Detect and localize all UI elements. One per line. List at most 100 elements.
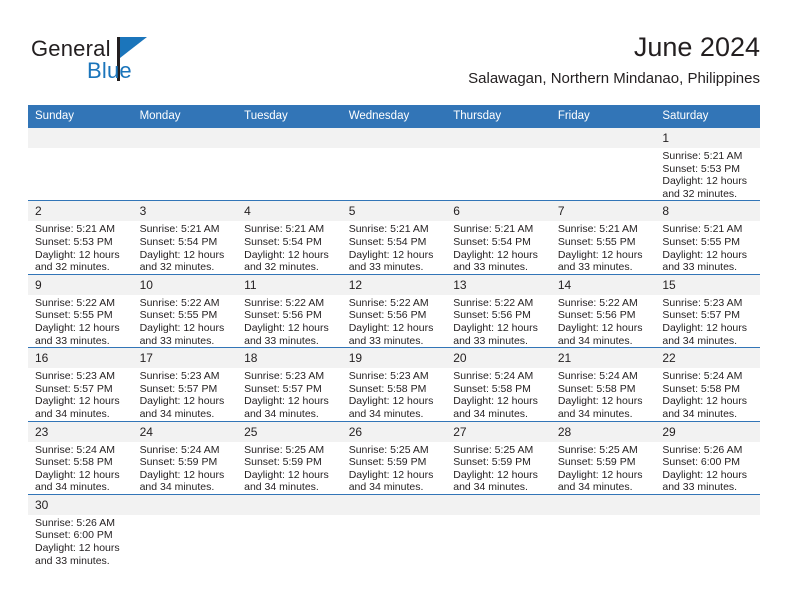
sunrise-text: Sunrise: 5:23 AM <box>35 370 115 383</box>
sunset-text: Sunset: 5:59 PM <box>244 456 322 469</box>
sunrise-text: Sunrise: 5:22 AM <box>35 296 115 309</box>
calendar-week-row: 2 Sunrise: 5:21 AM Sunset: 5:53 PM Daylight… <box>28 200 760 275</box>
daylight-text: Daylight: 12 hours and 34 minutes. <box>348 468 434 494</box>
sunrise-text: Sunrise: 5:24 AM <box>139 443 220 456</box>
calendar-day-cell[interactable]: 15 Sunrise: 5:23 AM Sunset: 5:57 PM Dayligh… <box>655 273 760 348</box>
calendar-day-cell[interactable]: 26 Sunrise: 5:25 AM Sunset: 5:59 PM Dayligh… <box>341 420 447 495</box>
sunset-text: Sunset: 5:59 PM <box>453 456 531 469</box>
sunrise-text: Sunrise: 5:26 AM <box>662 443 743 456</box>
daylight-text: Daylight: 12 hours and 34 minutes. <box>244 468 329 494</box>
sunrise-text: Sunrise: 5:25 AM <box>348 443 429 456</box>
sun-info: Sunrise: 5:21 AM Sunset: 5:54 PM Daylight:… <box>342 221 447 273</box>
day-number <box>550 128 656 148</box>
calendar-week-row: 30 Sunrise: 5:26 AM Sunset: 6:00 PM Dayligh… <box>28 493 760 568</box>
sun-info: Sunrise: 5:23 AM Sunset: 5:57 PM Daylight:… <box>655 295 760 347</box>
calendar-day-cell[interactable]: 16 Sunrise: 5:23 AM Sunset: 5:57 PM Dayligh… <box>28 347 133 421</box>
calendar-day-cell[interactable]: 19 Sunrise: 5:23 AM Sunset: 5:58 PM Dayligh… <box>341 347 447 421</box>
daylight-text: Daylight: 12 hours and 34 minutes. <box>662 395 748 420</box>
daylight-text: Daylight: 12 hours and 33 minutes. <box>662 468 748 494</box>
calendar-day-cell[interactable]: 27 Sunrise: 5:25 AM Sunset: 5:59 PM Dayligh… <box>446 420 551 495</box>
day-number: 27 <box>446 421 551 442</box>
calendar-day-cell[interactable]: 6 Sunrise: 5:21 AM Sunset: 5:54 PM Daylight… <box>446 200 551 275</box>
daylight-text: Daylight: 12 hours and 34 minutes. <box>557 468 643 494</box>
sunset-text: Sunset: 5:59 PM <box>557 456 636 469</box>
calendar-day-cell[interactable]: 22 Sunrise: 5:24 AM Sunset: 5:58 PM Dayligh… <box>655 347 760 421</box>
day-number <box>446 128 551 148</box>
sunrise-text: Sunrise: 5:23 AM <box>348 370 429 383</box>
day-number: 24 <box>132 421 238 442</box>
calendar-day-cell[interactable]: 29 Sunrise: 5:26 AM Sunset: 6:00 PM Dayligh… <box>655 420 760 495</box>
day-number: 22 <box>655 348 760 369</box>
calendar-day-cell[interactable]: 20 Sunrise: 5:24 AM Sunset: 5:58 PM Dayligh… <box>446 347 551 421</box>
daylight-text: Daylight: 12 hours and 33 minutes. <box>139 321 225 347</box>
weekday-header-wednesday: Wednesday <box>341 105 447 128</box>
daylight-text: Daylight: 12 hours and 34 minutes. <box>139 468 225 494</box>
calendar-day-cell[interactable]: 2 Sunrise: 5:21 AM Sunset: 5:53 PM Daylight… <box>28 200 133 275</box>
sun-info: Sunrise: 5:26 AM Sunset: 6:00 PM Daylight:… <box>28 515 133 567</box>
sunrise-text: Sunrise: 5:21 AM <box>662 223 743 236</box>
sunset-text: Sunset: 5:54 PM <box>139 235 218 248</box>
sun-info: Sunrise: 5:24 AM Sunset: 5:58 PM Daylight:… <box>551 368 656 420</box>
calendar-day-cell-empty <box>341 126 447 201</box>
daylight-text: Daylight: 12 hours and 34 minutes. <box>453 468 538 494</box>
daylight-text: Daylight: 12 hours and 33 minutes. <box>35 542 120 567</box>
sunrise-text: Sunrise: 5:21 AM <box>139 223 220 236</box>
day-number: 14 <box>550 274 656 295</box>
day-number: 30 <box>28 494 133 515</box>
sunset-text: Sunset: 5:55 PM <box>139 309 218 322</box>
sun-info: Sunrise: 5:24 AM Sunset: 5:58 PM Daylight:… <box>655 368 760 420</box>
calendar-day-cell[interactable]: 18 Sunrise: 5:23 AM Sunset: 5:57 PM Dayligh… <box>237 347 342 421</box>
calendar-day-cell[interactable]: 4 Sunrise: 5:21 AM Sunset: 5:54 PM Daylight… <box>237 200 342 275</box>
sun-info: Sunrise: 5:22 AM Sunset: 5:56 PM Daylight:… <box>237 295 342 347</box>
calendar-day-cell[interactable]: 10 Sunrise: 5:22 AM Sunset: 5:55 PM Dayligh… <box>132 273 238 348</box>
daylight-text: Daylight: 12 hours and 32 minutes. <box>244 248 329 274</box>
sunset-text: Sunset: 5:57 PM <box>35 382 113 395</box>
calendar-day-cell[interactable]: 12 Sunrise: 5:22 AM Sunset: 5:56 PM Dayligh… <box>341 273 447 348</box>
sunrise-text: Sunrise: 5:24 AM <box>35 443 115 456</box>
sunrise-text: Sunrise: 5:21 AM <box>35 223 115 236</box>
sunset-text: Sunset: 6:00 PM <box>662 456 741 469</box>
sunrise-text: Sunrise: 5:22 AM <box>453 296 534 309</box>
calendar-table: Sunday Monday Tuesday Wednesday Thursday Frid… <box>28 105 760 568</box>
sun-info: Sunrise: 5:23 AM Sunset: 5:57 PM Daylight:… <box>133 368 238 420</box>
calendar-day-cell-empty <box>132 493 238 568</box>
calendar-day-cell[interactable]: 9 Sunrise: 5:22 AM Sunset: 5:55 PM Daylight… <box>28 273 133 348</box>
calendar-day-cell[interactable]: 25 Sunrise: 5:25 AM Sunset: 5:59 PM Dayligh… <box>237 420 342 495</box>
calendar-container: Sunday Monday Tuesday Wednesday Thursday Frid… <box>28 105 760 568</box>
sun-info: Sunrise: 5:23 AM Sunset: 5:58 PM Daylight:… <box>342 368 447 420</box>
sun-info: Sunrise: 5:25 AM Sunset: 5:59 PM Daylight:… <box>446 442 551 494</box>
sunset-text: Sunset: 5:58 PM <box>557 382 636 395</box>
calendar-day-cell[interactable]: 30 Sunrise: 5:26 AM Sunset: 6:00 PM Dayligh… <box>28 493 133 568</box>
calendar-day-cell[interactable]: 24 Sunrise: 5:24 AM Sunset: 5:59 PM Dayligh… <box>132 420 238 495</box>
sunset-text: Sunset: 6:00 PM <box>35 529 113 542</box>
calendar-day-cell[interactable]: 13 Sunrise: 5:22 AM Sunset: 5:56 PM Dayligh… <box>446 273 551 348</box>
calendar-day-cell[interactable]: 17 Sunrise: 5:23 AM Sunset: 5:57 PM Dayligh… <box>132 347 238 421</box>
sunset-text: Sunset: 5:55 PM <box>557 235 636 248</box>
sunset-text: Sunset: 5:58 PM <box>662 382 741 395</box>
calendar-day-cell[interactable]: 5 Sunrise: 5:21 AM Sunset: 5:54 PM Daylight… <box>341 200 447 275</box>
calendar-day-cell[interactable]: 14 Sunrise: 5:22 AM Sunset: 5:56 PM Dayligh… <box>550 273 656 348</box>
general-blue-logo[interactable]: General Blue <box>31 36 211 88</box>
sunrise-text: Sunrise: 5:21 AM <box>244 223 325 236</box>
calendar-day-cell[interactable]: 28 Sunrise: 5:25 AM Sunset: 5:59 PM Dayligh… <box>550 420 656 495</box>
calendar-day-cell[interactable]: 23 Sunrise: 5:24 AM Sunset: 5:58 PM Dayligh… <box>28 420 133 495</box>
sun-info: Sunrise: 5:21 AM Sunset: 5:54 PM Daylight:… <box>133 221 238 273</box>
sun-info: Sunrise: 5:21 AM Sunset: 5:53 PM Daylight:… <box>655 148 760 200</box>
calendar-day-cell[interactable]: 3 Sunrise: 5:21 AM Sunset: 5:54 PM Daylight… <box>132 200 238 275</box>
daylight-text: Daylight: 12 hours and 34 minutes. <box>348 395 434 420</box>
day-number: 23 <box>28 421 133 442</box>
calendar-day-cell[interactable]: 11 Sunrise: 5:22 AM Sunset: 5:56 PM Dayligh… <box>237 273 342 348</box>
location-subtitle: Salawagan, Northern Mindanao, Philippine… <box>468 70 760 87</box>
day-number <box>132 128 238 148</box>
day-number: 5 <box>341 201 447 222</box>
calendar-page: General Blue June 2024 Salawagan, Northe… <box>0 0 792 612</box>
daylight-text: Daylight: 12 hours and 33 minutes. <box>348 248 434 274</box>
sunrise-text: Sunrise: 5:23 AM <box>244 370 325 383</box>
sunset-text: Sunset: 5:54 PM <box>244 235 322 248</box>
calendar-day-cell[interactable]: 7 Sunrise: 5:21 AM Sunset: 5:55 PM Daylight… <box>550 200 656 275</box>
calendar-day-cell[interactable]: 1 Sunrise: 5:21 AM Sunset: 5:53 PM Daylight… <box>655 126 760 201</box>
calendar-day-cell[interactable]: 8 Sunrise: 5:21 AM Sunset: 5:55 PM Daylight… <box>655 200 760 275</box>
sun-info: Sunrise: 5:22 AM Sunset: 5:55 PM Daylight:… <box>28 295 133 347</box>
calendar-day-cell[interactable]: 21 Sunrise: 5:24 AM Sunset: 5:58 PM Dayligh… <box>550 347 656 421</box>
sunrise-text: Sunrise: 5:26 AM <box>35 516 115 529</box>
